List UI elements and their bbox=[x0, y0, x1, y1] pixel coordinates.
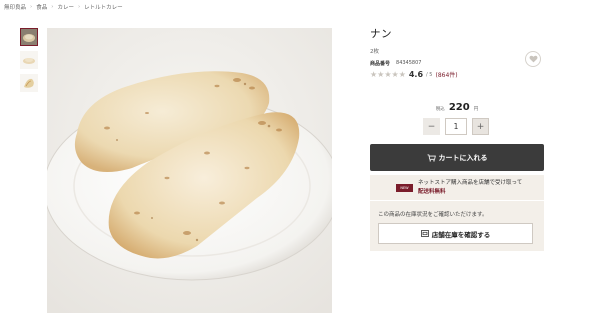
heart-icon bbox=[529, 55, 537, 63]
add-to-cart-label: カートに入れる bbox=[438, 153, 488, 162]
check-store-stock-button[interactable]: 店舗在庫を確認する bbox=[378, 223, 533, 244]
star-icon: ★ bbox=[370, 69, 378, 79]
quantity-decrease-button[interactable]: − bbox=[423, 118, 440, 135]
breadcrumb-item[interactable]: カレー bbox=[57, 3, 74, 11]
thumbnail-3[interactable] bbox=[20, 74, 38, 92]
favorite-button[interactable] bbox=[525, 51, 541, 67]
rating-max: / 5 bbox=[426, 71, 433, 78]
breadcrumb-item[interactable]: レトルトカレー bbox=[84, 3, 123, 11]
star-icon: ★ bbox=[398, 69, 406, 79]
stock-check-panel: この商品の在庫状況をご確認いただけます。 店舗在庫を確認する bbox=[370, 201, 544, 251]
notice-badge: NEW bbox=[396, 183, 413, 192]
quantity-increase-button[interactable]: + bbox=[472, 118, 489, 135]
thumbnail-1[interactable] bbox=[20, 28, 38, 46]
price-amount: 220 bbox=[448, 102, 470, 113]
rating[interactable]: ★ ★ ★ ★ ★ 4.6 / 5 (864件) bbox=[370, 70, 458, 79]
breadcrumb-item[interactable]: 食品 bbox=[36, 3, 47, 11]
product-title: ナン bbox=[370, 28, 392, 40]
breadcrumb-separator: › bbox=[30, 4, 33, 10]
notice-line2: 配送料無料 bbox=[418, 188, 446, 195]
quantity-input[interactable]: 1 bbox=[445, 118, 467, 135]
add-to-cart-button[interactable]: カートに入れる bbox=[370, 144, 544, 171]
product-code-label: 商品番号 bbox=[370, 61, 391, 67]
product-quantity-text: 2枚 bbox=[370, 49, 379, 55]
star-icon: ★ bbox=[391, 69, 399, 79]
product-code: 商品番号 84345807 bbox=[370, 60, 421, 67]
store-pickup-notice: NEW ネットストア購入商品を店舗で受け取って 配送料無料 bbox=[370, 175, 544, 200]
breadcrumb-item[interactable]: 無印良品 bbox=[4, 3, 26, 11]
rating-stars: ★ ★ ★ ★ ★ bbox=[370, 69, 406, 79]
star-icon: ★ bbox=[377, 69, 385, 79]
price: 税込 220 円 bbox=[370, 102, 544, 113]
product-code-value: 84345807 bbox=[396, 60, 422, 66]
thumbnail-list bbox=[20, 28, 38, 92]
price-tax-label: 税込 bbox=[435, 107, 445, 112]
stock-check-text: この商品の在庫状況をご確認いただけます。 bbox=[378, 212, 488, 218]
store-icon bbox=[420, 230, 429, 237]
notice-line1: ネットストア購入商品を店舗で受け取って bbox=[418, 180, 523, 187]
breadcrumb-separator: › bbox=[77, 4, 81, 10]
thumbnail-2[interactable] bbox=[20, 51, 38, 69]
review-count-link[interactable]: (864件) bbox=[436, 70, 458, 79]
price-unit: 円 bbox=[473, 107, 479, 112]
rating-value: 4.6 bbox=[408, 70, 424, 79]
cart-icon bbox=[427, 153, 436, 162]
breadcrumb: 無印良品 › 食品 › カレー › レトルトカレー bbox=[4, 3, 123, 11]
product-image bbox=[47, 28, 332, 313]
check-store-stock-label: 店舗在庫を確認する bbox=[431, 230, 491, 239]
star-icon: ★ bbox=[384, 69, 392, 79]
notice-text: ネットストア購入商品を店舗で受け取って 配送料無料 bbox=[418, 179, 522, 196]
quantity-stepper: − 1 + bbox=[423, 118, 489, 135]
breadcrumb-separator: › bbox=[51, 4, 54, 10]
